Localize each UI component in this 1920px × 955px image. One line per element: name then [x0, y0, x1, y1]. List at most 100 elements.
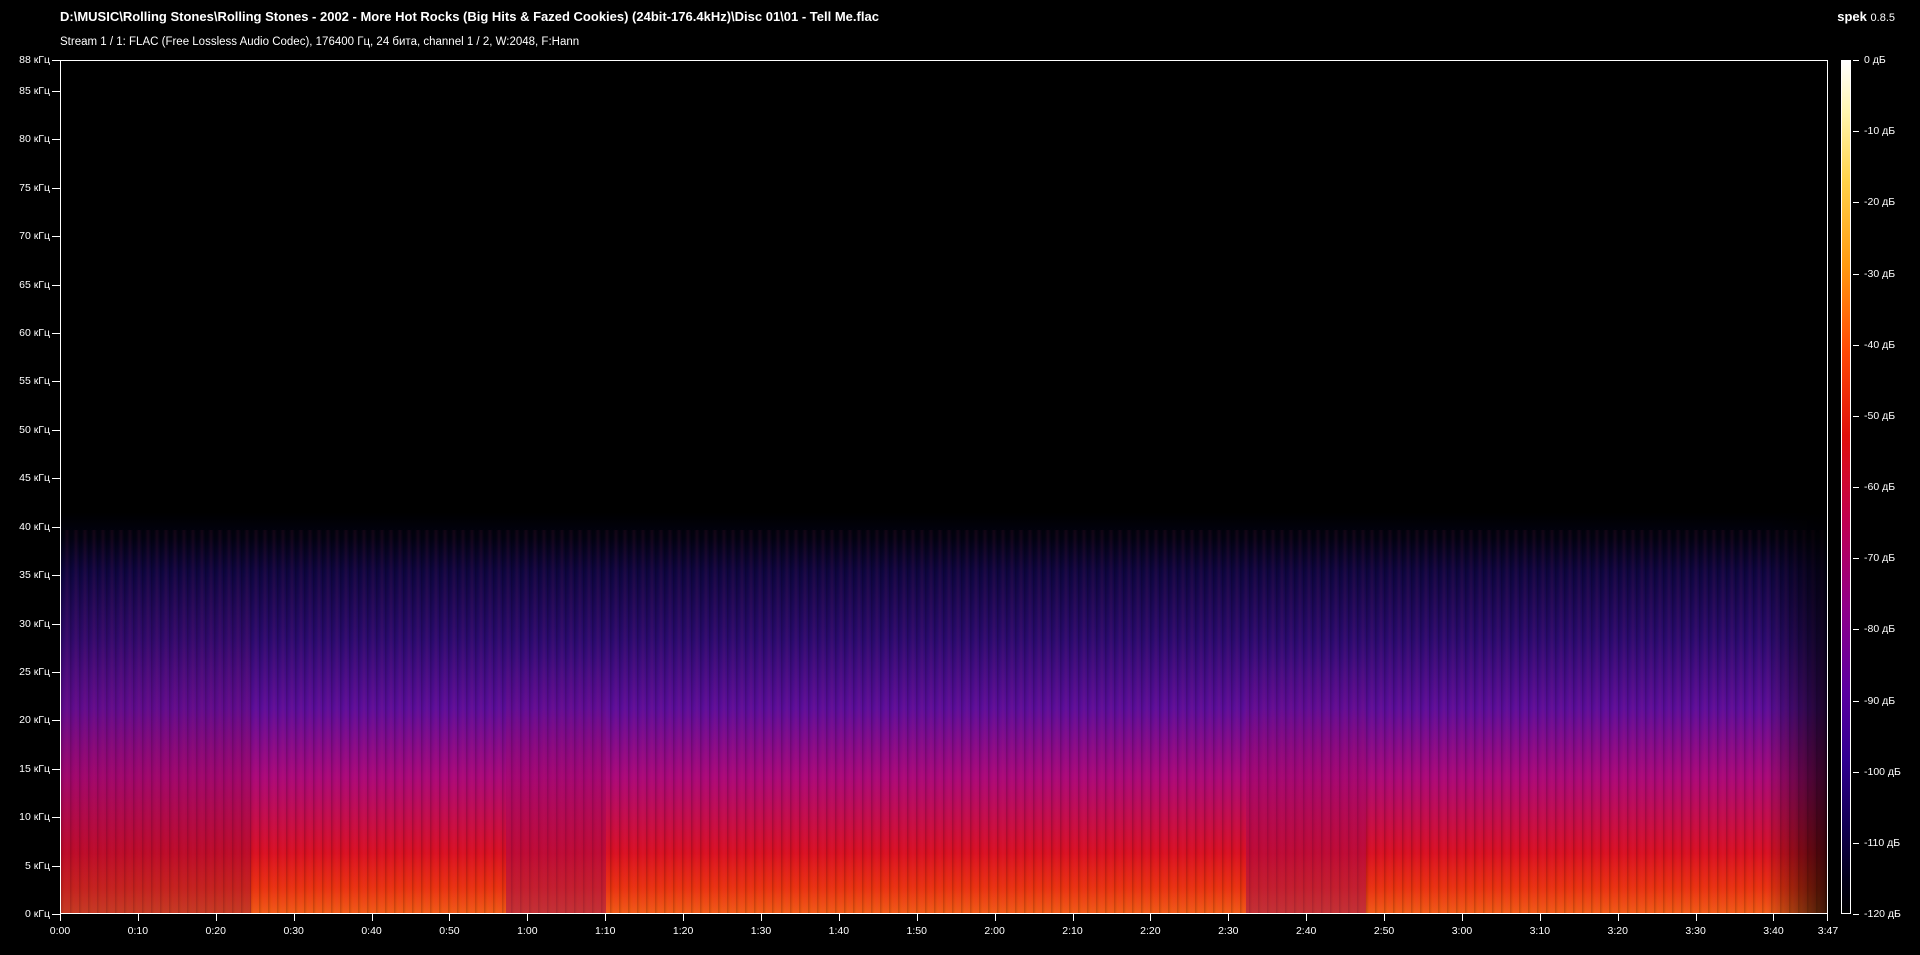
db-tick [1853, 772, 1859, 773]
time-tick [839, 914, 840, 921]
time-tick-label: 0:20 [205, 925, 226, 937]
frequency-tick-label: 55 кГц [19, 375, 50, 388]
time-tick-label: 1:50 [906, 925, 927, 937]
time-tick-label: 1:20 [672, 925, 694, 937]
app-name: spek 0.8.5 [1837, 9, 1895, 24]
time-tick-label: 3:20 [1607, 925, 1628, 937]
db-tick [1853, 416, 1859, 417]
frequency-tick-label: 30 кГц [19, 617, 50, 630]
time-tick [1462, 914, 1463, 921]
db-tick [1853, 274, 1859, 275]
spectrogram-fade-out [1767, 61, 1827, 913]
app-version: 0.8.5 [1870, 12, 1895, 24]
time-tick-label: 3:47 [1817, 925, 1839, 937]
time-tick [1073, 914, 1074, 921]
time-tick [527, 914, 528, 921]
db-tick-label: -110 дБ [1864, 836, 1901, 849]
time-tick [605, 914, 606, 921]
time-tick-label: 2:10 [1062, 925, 1083, 937]
time-tick-label: 1:10 [594, 925, 616, 937]
frequency-tick [52, 914, 60, 915]
db-tick [1853, 131, 1859, 132]
time-tick [917, 914, 918, 921]
frequency-tick [52, 478, 60, 479]
frequency-tick [52, 333, 60, 334]
frequency-tick [52, 381, 60, 382]
time-tick-label: 2:00 [984, 925, 1005, 937]
stream-info: Stream 1 / 1: FLAC (Free Lossless Audio … [60, 36, 580, 48]
time-tick [683, 914, 684, 921]
time-tick [1540, 914, 1541, 921]
frequency-tick [52, 817, 60, 818]
spectrogram-quiet-region [506, 657, 606, 913]
time-tick-label: 1:40 [828, 925, 850, 937]
frequency-tick-label: 5 кГц [24, 859, 50, 872]
time-tick [1384, 914, 1385, 921]
db-tick [1853, 60, 1859, 61]
frequency-tick [52, 60, 60, 61]
frequency-tick-label: 65 кГц [19, 278, 50, 291]
time-tick [1696, 914, 1697, 921]
db-colorbar [1841, 60, 1851, 914]
time-tick-label: 3:10 [1529, 925, 1551, 937]
frequency-tick-label: 10 кГц [19, 811, 50, 824]
frequency-tick-label: 80 кГц [19, 133, 50, 146]
frequency-tick [52, 188, 60, 189]
time-tick-label: 0:30 [283, 925, 304, 937]
time-tick-label: 3:40 [1763, 925, 1784, 937]
db-tick [1853, 914, 1859, 915]
time-tick-label: 1:30 [750, 925, 772, 937]
spectrogram-intro-region [61, 572, 251, 913]
time-tick [1773, 914, 1774, 921]
db-tick-label: -30 дБ [1864, 267, 1896, 280]
time-tick [216, 914, 217, 921]
frequency-tick-label: 0 кГц [24, 908, 50, 920]
frequency-tick [52, 430, 60, 431]
frequency-tick-label: 50 кГц [19, 423, 50, 436]
db-tick-label: -70 дБ [1864, 552, 1896, 565]
spectrogram-quiet-region [1246, 657, 1366, 913]
time-tick-label: 0:50 [439, 925, 460, 937]
frequency-tick [52, 285, 60, 286]
db-tick-label: -80 дБ [1864, 623, 1896, 636]
db-tick-label: 0 дБ [1864, 54, 1886, 66]
time-tick [138, 914, 139, 921]
time-tick [449, 914, 450, 921]
frequency-tick [52, 672, 60, 673]
time-tick [1228, 914, 1229, 921]
frequency-tick-label: 45 кГц [19, 472, 50, 485]
frequency-tick-label: 85 кГц [19, 84, 50, 97]
app-name-label: spek [1837, 9, 1867, 24]
time-tick-label: 2:50 [1373, 925, 1395, 937]
db-tick [1853, 558, 1859, 559]
frequency-tick [52, 527, 60, 528]
time-tick-label: 0:40 [361, 925, 382, 937]
time-tick-label: 1:00 [517, 925, 538, 937]
time-tick [372, 914, 373, 921]
frequency-tick-label: 75 кГц [19, 181, 50, 194]
frequency-tick [52, 720, 60, 721]
frequency-tick [52, 769, 60, 770]
frequency-tick [52, 575, 60, 576]
time-tick-label: 2:40 [1295, 925, 1317, 937]
db-tick-label: -90 дБ [1864, 694, 1896, 707]
time-tick-label: 3:30 [1685, 925, 1706, 937]
time-tick-label: 0:10 [127, 925, 149, 937]
time-tick [1150, 914, 1151, 921]
time-tick [995, 914, 996, 921]
db-tick-label: -10 дБ [1864, 125, 1896, 138]
frequency-tick-label: 15 кГц [19, 762, 50, 775]
frequency-tick-label: 35 кГц [19, 569, 50, 582]
file-path-title: D:\MUSIC\Rolling Stones\Rolling Stones -… [60, 9, 879, 24]
time-tick [60, 914, 61, 921]
db-tick [1853, 629, 1859, 630]
db-tick-label: -120 дБ [1864, 908, 1901, 920]
time-tick [1827, 914, 1828, 921]
db-tick [1853, 487, 1859, 488]
db-tick [1853, 701, 1859, 702]
frequency-tick-label: 88 кГц [19, 54, 50, 66]
time-tick-label: 2:30 [1218, 925, 1239, 937]
time-tick [1618, 914, 1619, 921]
time-tick-label: 0:00 [49, 925, 71, 937]
time-tick-label: 3:00 [1451, 925, 1473, 937]
